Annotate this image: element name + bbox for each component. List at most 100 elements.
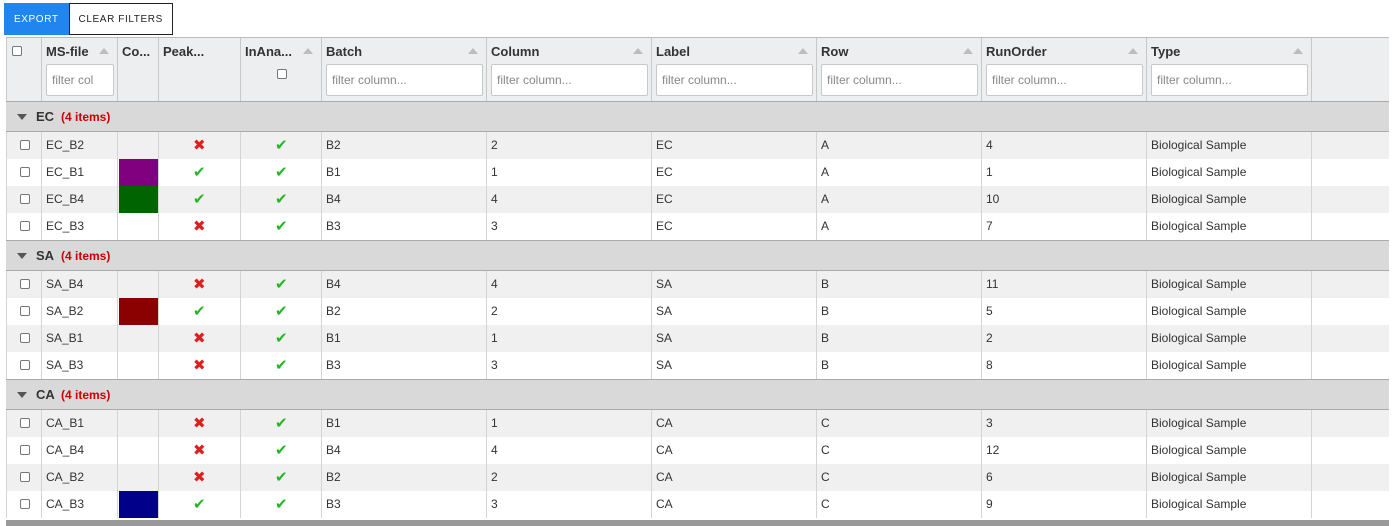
column-cell: 1 bbox=[486, 325, 651, 352]
table-row[interactable]: CA_B1 ✖ ✔ B1 1 CA C 3 Biological Sample bbox=[6, 410, 1389, 437]
row-spacer bbox=[1311, 132, 1389, 159]
table-row[interactable]: CA_B4 ✖ ✔ B4 4 CA C 12 Biological Sample bbox=[6, 437, 1389, 464]
row-checkbox[interactable] bbox=[20, 445, 30, 455]
ms-file-cell: CA_B2 bbox=[41, 464, 117, 491]
column-header-row[interactable]: Row bbox=[816, 38, 981, 101]
row-checkbox[interactable] bbox=[20, 306, 30, 316]
table-row[interactable]: SA_B1 ✖ ✔ B1 1 SA B 2 Biological Sample bbox=[6, 325, 1389, 352]
peak-cell: ✔ bbox=[158, 491, 240, 518]
row-checkbox[interactable] bbox=[20, 499, 30, 509]
cross-icon: ✖ bbox=[193, 357, 206, 374]
table-row[interactable]: EC_B3 ✖ ✔ B3 3 EC A 7 Biological Sample bbox=[6, 213, 1389, 240]
column-header-runorder[interactable]: RunOrder bbox=[981, 38, 1146, 101]
caret-down-icon[interactable] bbox=[17, 392, 27, 398]
color-cell bbox=[117, 410, 158, 437]
row-select-cell bbox=[6, 159, 41, 186]
caret-down-icon[interactable] bbox=[17, 253, 27, 259]
group-count: (4 items) bbox=[61, 110, 111, 124]
color-cell bbox=[117, 132, 158, 159]
inana-cell: ✔ bbox=[240, 464, 321, 491]
sort-asc-icon[interactable] bbox=[468, 48, 478, 54]
row-checkbox[interactable] bbox=[20, 279, 30, 289]
peak-cell: ✖ bbox=[158, 271, 240, 298]
table-row[interactable]: SA_B3 ✖ ✔ B3 3 SA B 8 Biological Sample bbox=[6, 352, 1389, 379]
column-cell: 4 bbox=[486, 186, 651, 213]
runorder-cell: 11 bbox=[981, 271, 1146, 298]
column-header-batch[interactable]: Batch bbox=[321, 38, 486, 101]
sort-asc-icon[interactable] bbox=[1128, 48, 1138, 54]
filter-input-batch[interactable] bbox=[326, 64, 483, 96]
filter-input-ms_file[interactable] bbox=[46, 64, 114, 96]
batch-cell: B1 bbox=[321, 410, 486, 437]
color-cell bbox=[117, 159, 158, 186]
row-checkbox[interactable] bbox=[20, 472, 30, 482]
sort-asc-icon[interactable] bbox=[303, 48, 313, 54]
row-checkbox[interactable] bbox=[20, 221, 30, 231]
row-checkbox[interactable] bbox=[20, 360, 30, 370]
column-title: Batch bbox=[326, 44, 363, 59]
row-checkbox[interactable] bbox=[20, 167, 30, 177]
inana-cell: ✔ bbox=[240, 491, 321, 518]
column-cell: 4 bbox=[486, 437, 651, 464]
row-checkbox[interactable] bbox=[20, 333, 30, 343]
table-row[interactable]: CA_B3 ✔ ✔ B3 3 CA C 9 Biological Sample bbox=[6, 491, 1389, 518]
column-header-peak[interactable]: Peak... bbox=[158, 38, 240, 101]
ms-file-cell: CA_B1 bbox=[41, 410, 117, 437]
sort-asc-icon[interactable] bbox=[798, 48, 808, 54]
filter-input-column[interactable] bbox=[491, 64, 648, 96]
ms-file-cell: EC_B3 bbox=[41, 213, 117, 240]
color-swatch bbox=[119, 186, 158, 213]
sort-asc-icon[interactable] bbox=[99, 48, 109, 54]
label-cell: SA bbox=[651, 271, 816, 298]
peak-cell: ✔ bbox=[158, 159, 240, 186]
type-cell: Biological Sample bbox=[1146, 213, 1311, 240]
row-spacer bbox=[1311, 186, 1389, 213]
table-row[interactable]: SA_B2 ✔ ✔ B2 2 SA B 5 Biological Sample bbox=[6, 298, 1389, 325]
select-all-checkbox[interactable] bbox=[12, 46, 22, 56]
table-row[interactable]: EC_B1 ✔ ✔ B1 1 EC A 1 Biological Sample bbox=[6, 159, 1389, 186]
column-cell: 2 bbox=[486, 464, 651, 491]
row-checkbox[interactable] bbox=[20, 140, 30, 150]
cross-icon: ✖ bbox=[193, 137, 206, 154]
horizontal-scrollbar[interactable] bbox=[6, 520, 1389, 526]
cross-icon: ✖ bbox=[193, 330, 206, 347]
row-checkbox[interactable] bbox=[20, 418, 30, 428]
check-icon: ✔ bbox=[275, 442, 288, 459]
row-checkbox[interactable] bbox=[20, 194, 30, 204]
sort-asc-icon[interactable] bbox=[963, 48, 973, 54]
column-header-label[interactable]: Label bbox=[651, 38, 816, 101]
ms-file-cell: EC_B2 bbox=[41, 132, 117, 159]
inana-filter-checkbox[interactable] bbox=[277, 69, 287, 79]
table-row[interactable]: SA_B4 ✖ ✔ B4 4 SA B 11 Biological Sample bbox=[6, 271, 1389, 298]
column-header-type[interactable]: Type bbox=[1146, 38, 1311, 101]
group-row-sa[interactable]: SA (4 items) bbox=[6, 240, 1389, 271]
export-button[interactable]: EXPORT bbox=[4, 3, 69, 35]
header-spacer bbox=[1311, 38, 1389, 101]
column-header-color[interactable]: Co... bbox=[117, 38, 158, 101]
group-row-ca[interactable]: CA (4 items) bbox=[6, 379, 1389, 410]
table-row[interactable]: EC_B2 ✖ ✔ B2 2 EC A 4 Biological Sample bbox=[6, 132, 1389, 159]
group-row-ec[interactable]: EC (4 items) bbox=[6, 101, 1389, 132]
check-icon: ✔ bbox=[275, 191, 288, 208]
color-cell bbox=[117, 271, 158, 298]
column-cell: 3 bbox=[486, 352, 651, 379]
sort-asc-icon[interactable] bbox=[1293, 48, 1303, 54]
filter-input-row[interactable] bbox=[821, 64, 978, 96]
cross-icon: ✖ bbox=[193, 442, 206, 459]
type-cell: Biological Sample bbox=[1146, 132, 1311, 159]
filter-input-runorder[interactable] bbox=[986, 64, 1143, 96]
caret-down-icon[interactable] bbox=[17, 114, 27, 120]
clear-filters-button[interactable]: CLEAR FILTERS bbox=[68, 3, 173, 35]
filter-input-label[interactable] bbox=[656, 64, 813, 96]
column-header-inana[interactable]: InAna... bbox=[240, 38, 321, 101]
sort-asc-icon[interactable] bbox=[633, 48, 643, 54]
filter-input-type[interactable] bbox=[1151, 64, 1308, 96]
table-row[interactable]: EC_B4 ✔ ✔ B4 4 EC A 10 Biological Sample bbox=[6, 186, 1389, 213]
table-row[interactable]: CA_B2 ✖ ✔ B2 2 CA C 6 Biological Sample bbox=[6, 464, 1389, 491]
batch-cell: B3 bbox=[321, 352, 486, 379]
column-header-ms_file[interactable]: MS-file bbox=[41, 38, 117, 101]
type-cell: Biological Sample bbox=[1146, 410, 1311, 437]
column-header-column[interactable]: Column bbox=[486, 38, 651, 101]
runorder-cell: 9 bbox=[981, 491, 1146, 518]
row-select-cell bbox=[6, 186, 41, 213]
